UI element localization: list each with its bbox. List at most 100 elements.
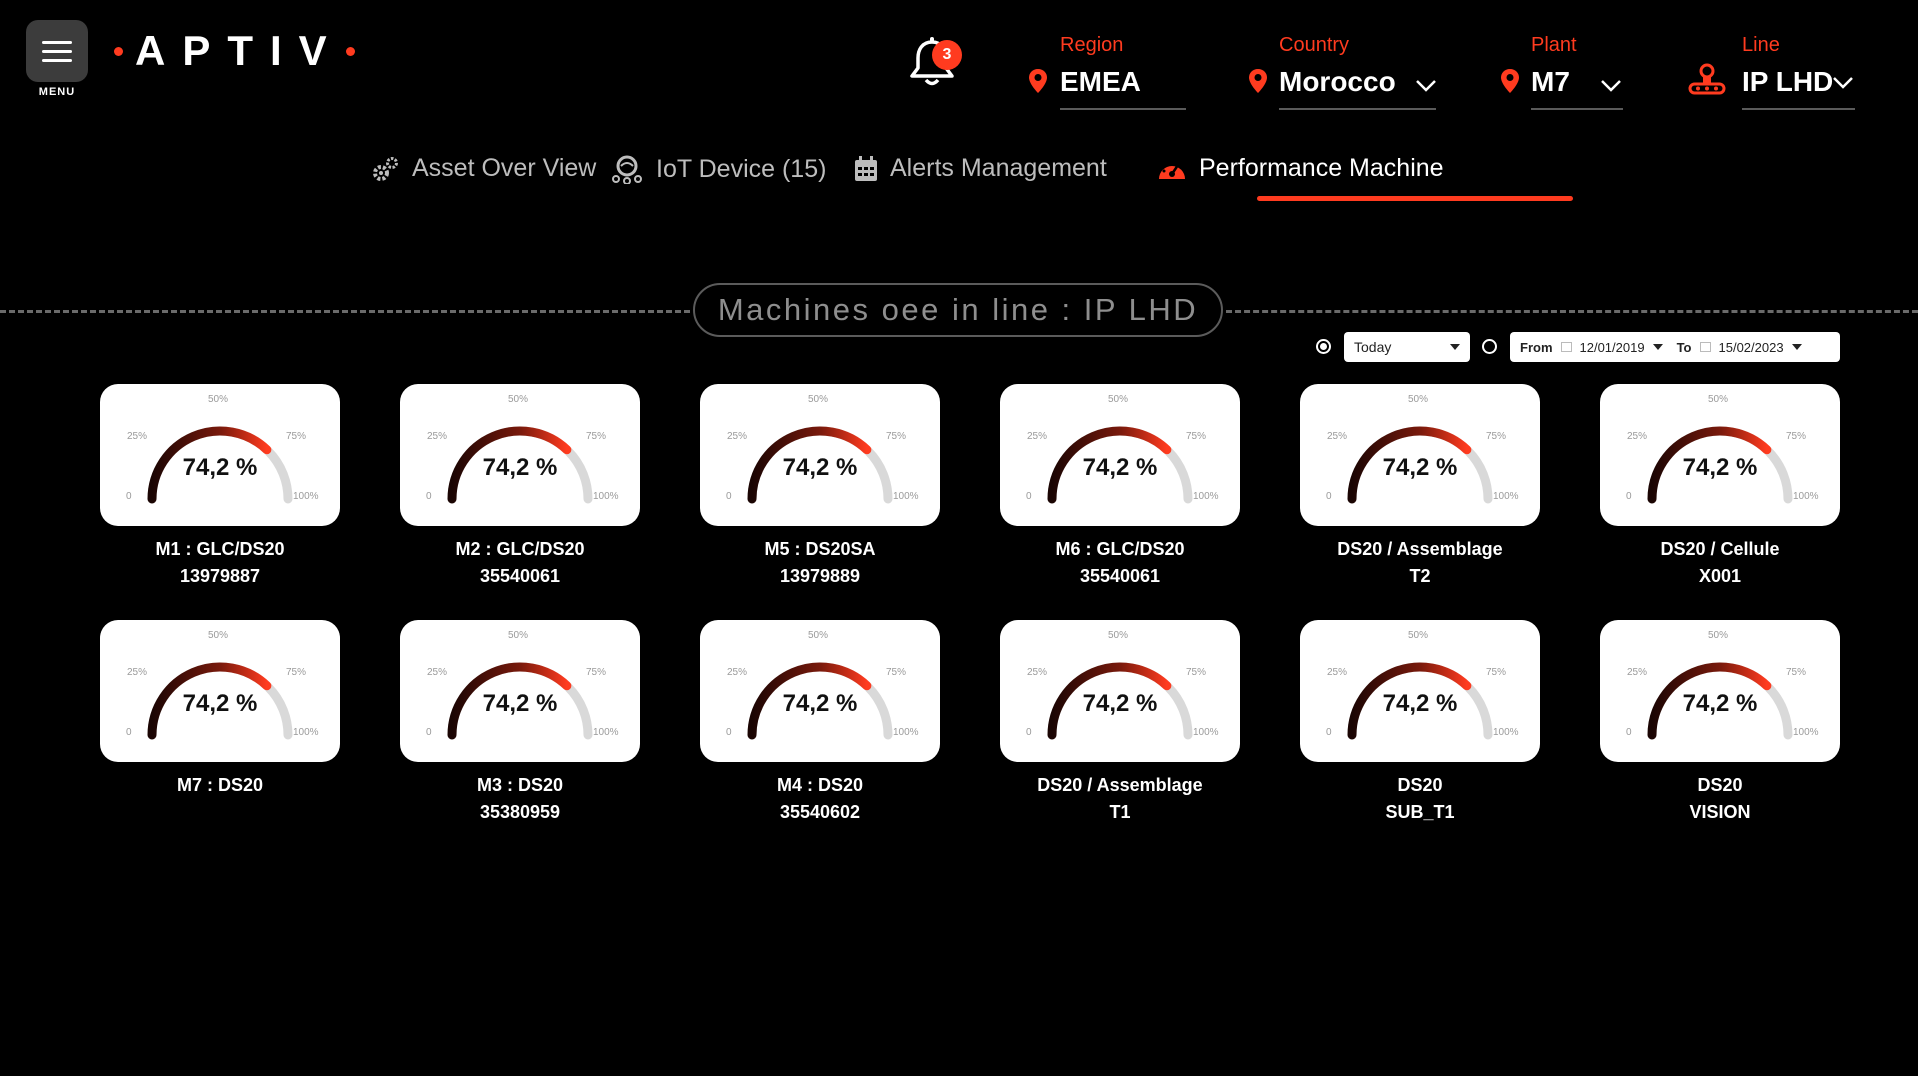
notification-badge[interactable]: 3 bbox=[932, 40, 962, 70]
date-range-picker[interactable]: From 12/01/2019 To 15/02/2023 bbox=[1510, 332, 1840, 362]
gauge-tick-label: 75% bbox=[1786, 667, 1807, 678]
gauge-tick-label: 50% bbox=[1408, 630, 1429, 641]
machine-name-line2: 13979887 bbox=[179, 566, 261, 586]
machine-name-line1: DS20 bbox=[1397, 775, 1443, 795]
gauge-tick-label: 75% bbox=[886, 667, 907, 678]
gauge-tick-label: 100% bbox=[893, 727, 919, 738]
tab-label: Performance Machine bbox=[1199, 154, 1444, 182]
region-label: Region bbox=[1060, 34, 1124, 56]
gauge-tick-label: 25% bbox=[1627, 667, 1648, 678]
gauge-tick-label: 0 bbox=[1326, 727, 1332, 738]
machine-name-line1: M7 : DS20 bbox=[176, 775, 264, 795]
gauge-tick-label: 25% bbox=[1027, 667, 1048, 678]
machine-gauge-card[interactable]: 0 25% 50% 75% 100% 74,2 % bbox=[100, 620, 340, 762]
gauge-tick-label: 100% bbox=[1493, 491, 1519, 502]
machine-gauge-card[interactable]: 0 25% 50% 75% 100% 74,2 % bbox=[700, 384, 940, 526]
machine-gauge-card[interactable]: 0 25% 50% 75% 100% 74,2 % bbox=[1600, 620, 1840, 762]
machine-gauge-card[interactable]: 0 25% 50% 75% 100% 74,2 % bbox=[1000, 384, 1240, 526]
gauge-tick-label: 0 bbox=[1326, 491, 1332, 502]
oee-value: 74,2 % bbox=[182, 454, 258, 481]
oee-value: 74,2 % bbox=[482, 454, 558, 481]
machine-gauge-card[interactable]: 0 25% 50% 75% 100% 74,2 % bbox=[1300, 384, 1540, 526]
gauge-tick-label: 100% bbox=[1193, 491, 1219, 502]
gauge-tick-label: 50% bbox=[1108, 630, 1129, 641]
machine-gauge-card[interactable]: 0 25% 50% 75% 100% 74,2 % bbox=[400, 620, 640, 762]
gauge-tick-label: 75% bbox=[1186, 667, 1207, 678]
gauge-tick-label: 0 bbox=[1026, 491, 1032, 502]
to-date-input[interactable]: 15/02/2023 bbox=[1719, 340, 1784, 355]
chevron-down-icon[interactable] bbox=[1415, 79, 1437, 92]
machine-name-line1: M6 : GLC/DS20 bbox=[1055, 539, 1185, 559]
logo-dot bbox=[345, 46, 355, 56]
line-label: Line bbox=[1742, 34, 1780, 56]
gauge-tick-label: 75% bbox=[1186, 431, 1207, 442]
machine-gauge-card[interactable]: 0 25% 50% 75% 100% 74,2 % bbox=[1600, 384, 1840, 526]
gauge-tick-label: 75% bbox=[1486, 431, 1507, 442]
chevron-down-icon[interactable] bbox=[1832, 76, 1854, 89]
tab-asset-overview[interactable]: Asset Over View bbox=[372, 154, 596, 183]
today-radio[interactable] bbox=[1316, 339, 1331, 354]
machine-name-line2: 35540061 bbox=[1079, 566, 1161, 586]
machine-name-line1: M4 : DS20 bbox=[776, 775, 864, 795]
logo-text: APTIV bbox=[135, 27, 344, 74]
chevron-down-icon[interactable] bbox=[1600, 79, 1622, 92]
gauge-tick-label: 50% bbox=[208, 394, 229, 405]
hamburger-icon-bar bbox=[42, 59, 72, 62]
gauge-tick-label: 100% bbox=[593, 491, 619, 502]
active-tab-indicator bbox=[1257, 196, 1573, 201]
oee-value: 74,2 % bbox=[182, 690, 258, 717]
machine-gauge-card[interactable]: 0 25% 50% 75% 100% 74,2 % bbox=[100, 384, 340, 526]
gauge-tick-label: 75% bbox=[1786, 431, 1807, 442]
tab-iot-device[interactable]: IoT Device (15) bbox=[610, 154, 826, 184]
oee-value: 74,2 % bbox=[1682, 454, 1758, 481]
gauge-tick-label: 75% bbox=[286, 431, 307, 442]
speedometer-icon bbox=[1159, 161, 1185, 179]
gauge-tick-label: 50% bbox=[808, 394, 829, 405]
machine-gauge-card[interactable]: 0 25% 50% 75% 100% 74,2 % bbox=[700, 620, 940, 762]
country-underline bbox=[1279, 108, 1436, 110]
calendar-icon bbox=[1699, 342, 1711, 352]
hamburger-icon-bar bbox=[42, 50, 72, 53]
machine-name-line2: 35540061 bbox=[479, 566, 561, 586]
period-select[interactable]: Today bbox=[1344, 332, 1470, 362]
region-value: EMEA bbox=[1060, 66, 1141, 97]
to-label: To bbox=[1676, 339, 1692, 355]
menu-button[interactable] bbox=[26, 20, 88, 82]
machine-name: DS20 / Cellule X001 bbox=[1570, 536, 1870, 590]
gauge-tick-label: 50% bbox=[508, 630, 529, 641]
machine-name-line1: M3 : DS20 bbox=[476, 775, 564, 795]
machine-gauge-card[interactable]: 0 25% 50% 75% 100% 74,2 % bbox=[1000, 620, 1240, 762]
iot-device-icon bbox=[612, 155, 642, 184]
gauge-tick-label: 75% bbox=[286, 667, 307, 678]
tab-label: IoT Device (15) bbox=[656, 154, 827, 183]
section-title: Machines oee in line : IP LHD bbox=[693, 283, 1223, 337]
machine-name-line1: M1 : GLC/DS20 bbox=[155, 539, 285, 559]
oee-value: 74,2 % bbox=[1682, 690, 1758, 717]
from-date-input[interactable]: 12/01/2019 bbox=[1580, 340, 1645, 355]
machine-name-line2: SUB_T1 bbox=[1385, 802, 1455, 822]
caret-down-icon[interactable] bbox=[1791, 344, 1802, 350]
machine-name: DS20 VISION bbox=[1570, 772, 1870, 826]
line-value: IP LHD bbox=[1742, 66, 1834, 97]
caret-down-icon[interactable] bbox=[1652, 344, 1663, 350]
machine-name-line2: X001 bbox=[1698, 566, 1742, 586]
gauge-tick-label: 0 bbox=[1626, 491, 1632, 502]
machine-name: DS20 / Assemblage T2 bbox=[1270, 536, 1570, 590]
oee-value: 74,2 % bbox=[1082, 454, 1158, 481]
tab-performance-machine[interactable]: Performance Machine bbox=[1157, 154, 1444, 183]
gauge-tick-label: 50% bbox=[208, 630, 229, 641]
gauge-tick-label: 100% bbox=[1193, 727, 1219, 738]
machine-gauge-card[interactable]: 0 25% 50% 75% 100% 74,2 % bbox=[1300, 620, 1540, 762]
date-range-radio[interactable] bbox=[1482, 339, 1497, 354]
machine-gauge-card[interactable]: 0 25% 50% 75% 100% 74,2 % bbox=[400, 384, 640, 526]
plant-underline bbox=[1531, 108, 1623, 110]
tab-alerts-management[interactable]: Alerts Management bbox=[854, 154, 1107, 183]
gauge-tick-label: 25% bbox=[1327, 667, 1348, 678]
gauge-tick-label: 50% bbox=[1408, 394, 1429, 405]
gauge-tick-label: 50% bbox=[1708, 394, 1729, 405]
plant-label: Plant bbox=[1531, 34, 1577, 56]
gears-icon bbox=[373, 156, 398, 181]
machine-name-line2: 13979889 bbox=[779, 566, 861, 586]
machine-name: DS20 / Assemblage T1 bbox=[970, 772, 1270, 826]
gauge-tick-label: 100% bbox=[293, 727, 319, 738]
